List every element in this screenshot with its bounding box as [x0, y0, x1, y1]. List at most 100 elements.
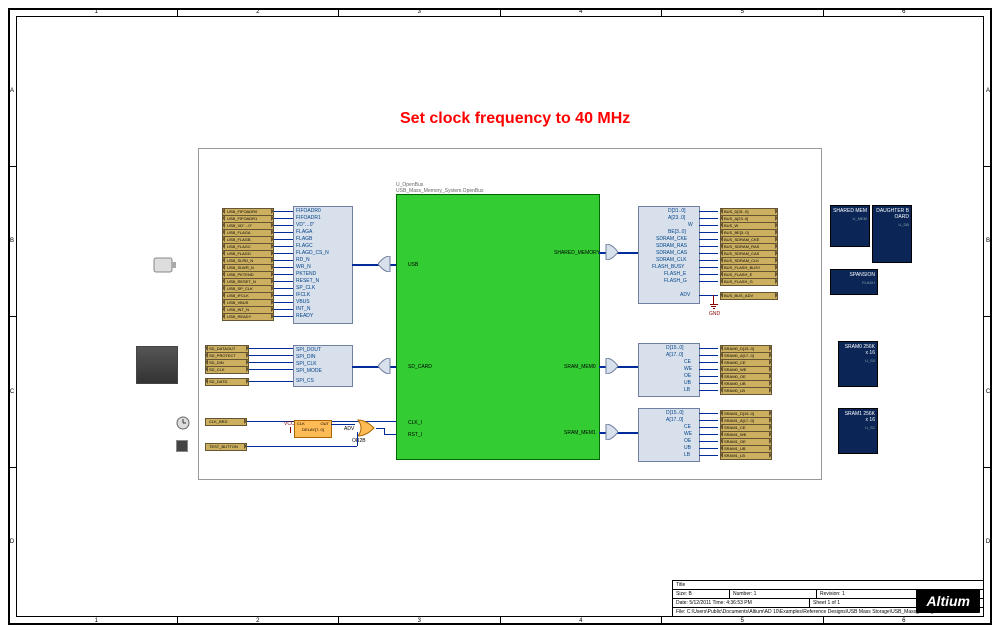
gnd-label: GND	[709, 311, 720, 317]
openbus-port-sharedmem[interactable]: SHARED_MEMORY	[554, 250, 600, 256]
pin-usb-7[interactable]: RD_N	[296, 257, 310, 263]
pin-s1-3[interactable]: WE	[684, 431, 692, 437]
pin-sh-3[interactable]: BE[3..0]	[668, 229, 686, 235]
wire	[699, 232, 718, 233]
pin-usb-6[interactable]: FLAGD_CS_N	[296, 250, 329, 256]
pin-sh-7[interactable]: SDRAM_CLK	[656, 257, 687, 263]
pin-s1-6[interactable]: LB	[684, 452, 690, 458]
pin-sh-9[interactable]: FLASH_E	[664, 271, 686, 277]
wire	[274, 218, 293, 219]
pin-sh-0[interactable]: D[31..0]	[668, 208, 686, 214]
wire	[274, 302, 293, 303]
wire	[699, 281, 718, 282]
pin-usb-8[interactable]: WR_N	[296, 264, 311, 270]
pin-s1-0[interactable]: D[15..0]	[666, 410, 684, 416]
pin-usb-1[interactable]: FIFOADR1	[296, 215, 321, 221]
busport-sh-11[interactable]: BUS_BUS_ADV	[720, 292, 778, 300]
wire	[699, 434, 718, 435]
openbus-port-clk[interactable]: CLK_I	[408, 420, 422, 426]
pin-sh-11[interactable]: ADV	[680, 292, 690, 298]
pin-sh-2[interactable]: W	[688, 222, 693, 228]
openbus-port-sdcard[interactable]: SD_CARD	[408, 364, 432, 370]
pin-s0-4[interactable]: OE	[684, 373, 691, 379]
pin-usb-9[interactable]: PKTEND	[296, 271, 316, 277]
pin-usb-10[interactable]: RESET_N	[296, 278, 319, 284]
wire	[699, 427, 718, 428]
pin-sd-4[interactable]: SPI_CS	[296, 378, 314, 384]
wire	[274, 211, 293, 212]
pin-usb-5[interactable]: FLAGC	[296, 243, 313, 249]
pin-usb-12[interactable]: IFCLK	[296, 292, 310, 298]
wire	[274, 232, 293, 233]
subsheet-block-2[interactable]: SPANSIONFLASH	[830, 269, 878, 295]
pin-s0-1[interactable]: A[17..0]	[666, 352, 683, 358]
openbus-port-usb[interactable]: USB	[408, 262, 418, 268]
wire	[249, 348, 293, 349]
pin-usb-15[interactable]: READY	[296, 313, 313, 319]
pin-sh-10[interactable]: FLASH_G	[664, 278, 687, 284]
pin-sd-0[interactable]: SPI_DOUT	[296, 347, 321, 353]
busport-s1-6[interactable]: SRAM1_LB	[720, 452, 772, 460]
pin-s0-2[interactable]: CE	[684, 359, 691, 365]
or-gate-label: OR2B	[352, 438, 366, 444]
pin-usb-11[interactable]: SP_CLK	[296, 285, 315, 291]
busport-usb-15[interactable]: USB_READY	[222, 313, 274, 321]
harness-connector-icon	[598, 424, 618, 440]
wire	[699, 441, 718, 442]
pin-usb-3[interactable]: FLAGA	[296, 229, 312, 235]
busport-s0-6[interactable]: SRAM0_LB	[720, 387, 772, 395]
busport-sd-4[interactable]: SD_DATD	[205, 378, 249, 386]
pin-s1-2[interactable]: CE	[684, 424, 691, 430]
busport-test[interactable]: TEST_BUTTON	[205, 443, 247, 451]
pin-usb-14[interactable]: INT_N	[296, 306, 310, 312]
openbus-sheet-symbol[interactable]	[396, 194, 600, 460]
wire	[699, 211, 718, 212]
pin-usb-4[interactable]: FLAGB	[296, 236, 312, 242]
pin-s1-1[interactable]: A[17..0]	[666, 417, 683, 423]
wire	[699, 390, 718, 391]
pin-s1-4[interactable]: OE	[684, 438, 691, 444]
wire	[699, 355, 718, 356]
wire	[699, 455, 718, 456]
subsheet-block-1[interactable]: DAUGHTER BOARDU_DB	[872, 205, 912, 263]
pin-s1-5[interactable]: UB	[684, 445, 691, 451]
pin-sd-3[interactable]: SPI_MODE	[296, 368, 322, 374]
pin-usb-2[interactable]: VD"…0"	[296, 222, 314, 228]
subsheet-block-3[interactable]: SRAM0 256K x 16U_S0	[838, 341, 878, 387]
pin-sh-8[interactable]: FLASH_BUSY	[652, 264, 685, 270]
wire	[274, 295, 293, 296]
pin-sh-6[interactable]: SDRAM_CAS	[656, 250, 687, 256]
openbus-port-sram0[interactable]: SRAM_MEM0	[564, 364, 596, 370]
busport-sh-10[interactable]: BUS_FLASH_G	[720, 278, 778, 286]
pin-sd-1[interactable]: SPI_DIN	[296, 354, 315, 360]
gnd-symbol[interactable]	[708, 300, 720, 310]
pin-sh-5[interactable]: SDRAM_RAS	[656, 243, 687, 249]
pin-s0-5[interactable]: UB	[684, 380, 691, 386]
pin-sd-2[interactable]: SPI_CLK	[296, 361, 317, 367]
pin-s0-0[interactable]: D[15..0]	[666, 345, 684, 351]
wire	[249, 381, 293, 382]
pin-sh-1[interactable]: A[23..0]	[668, 215, 685, 221]
annotation-text[interactable]: Set clock frequency to 40 MHz	[400, 110, 630, 128]
wire	[274, 288, 293, 289]
harness-connector-icon	[598, 244, 618, 260]
pin-s0-6[interactable]: LB	[684, 387, 690, 393]
openbus-port-sram1[interactable]: SRAM_MEM1	[564, 430, 596, 436]
pin-s0-3[interactable]: WE	[684, 366, 692, 372]
delay-component[interactable]: CLKOUT DELAY[7..0]	[294, 420, 332, 438]
busport-sd-3[interactable]: SD_CLK	[205, 366, 249, 374]
subsheet-block-4[interactable]: SRAM1 256K x 16U_S1	[838, 408, 878, 454]
pin-sh-4[interactable]: SDRAM_CKE	[656, 236, 687, 242]
pin-usb-0[interactable]: FIFOADR0	[296, 208, 321, 214]
wire	[249, 369, 293, 370]
busport-clk[interactable]: CLK_BRD	[205, 418, 247, 426]
wire	[699, 362, 718, 363]
subsheet-block-0[interactable]: SHARED MEMU_MEM	[830, 205, 870, 247]
wire	[699, 267, 718, 268]
wire	[699, 376, 718, 377]
schematic-canvas[interactable]: 123456 123456 ABCD ABCD Set clock freque…	[0, 0, 1000, 633]
wire	[699, 260, 718, 261]
wire	[274, 274, 293, 275]
pin-usb-13[interactable]: VBUS	[296, 299, 310, 305]
openbus-port-rst[interactable]: RST_I	[408, 432, 422, 438]
